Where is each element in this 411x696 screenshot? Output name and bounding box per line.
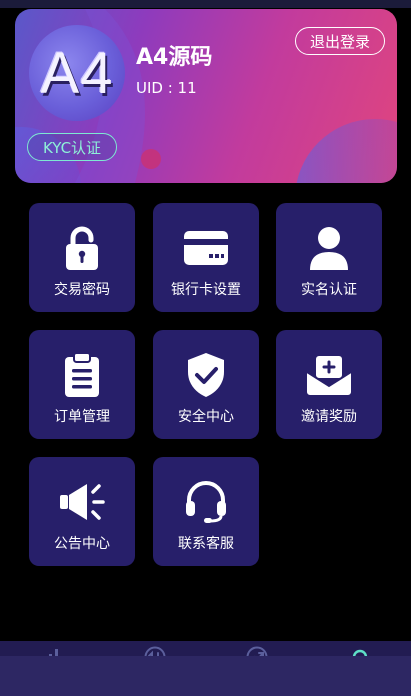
user-id: UID : 11: [136, 79, 197, 97]
menu-item-announcements[interactable]: 公告中心: [29, 457, 135, 566]
menu-item-orders[interactable]: 订单管理: [29, 330, 135, 439]
menu-item-label: 联系客服: [178, 536, 234, 552]
logout-button[interactable]: 退出登录: [295, 27, 385, 55]
shield-check-icon: [181, 350, 231, 400]
headset-icon: [181, 477, 231, 527]
user-icon: [304, 223, 354, 273]
menu-item-label: 交易密码: [54, 282, 110, 298]
avatar-text: A4: [40, 40, 114, 106]
clipboard-icon: [57, 350, 107, 400]
kyc-button[interactable]: KYC认证: [27, 133, 117, 161]
megaphone-icon: [57, 477, 107, 527]
status-strip: [0, 0, 411, 8]
username: A4源码: [136, 45, 213, 70]
lock-icon: [57, 223, 107, 273]
menu-item-label: 公告中心: [54, 536, 110, 552]
menu-item-label: 银行卡设置: [171, 282, 241, 298]
menu-item-label: 邀请奖励: [301, 409, 357, 425]
envelope-plus-icon: [304, 350, 354, 400]
menu-item-bank-card[interactable]: 银行卡设置: [153, 203, 259, 312]
credit-card-icon: [181, 223, 231, 273]
profile-card: A4 A4源码 UID : 11 退出登录 KYC认证: [15, 9, 397, 183]
avatar[interactable]: A4: [29, 25, 125, 121]
menu-item-label: 安全中心: [178, 409, 234, 425]
menu-item-trade-password[interactable]: 交易密码: [29, 203, 135, 312]
menu-item-label: 实名认证: [301, 282, 357, 298]
menu-item-real-name[interactable]: 实名认证: [276, 203, 382, 312]
menu-item-label: 订单管理: [54, 409, 110, 425]
menu-item-invite[interactable]: 邀请奖励: [276, 330, 382, 439]
bottom-overlay: [0, 656, 411, 696]
menu-item-security[interactable]: 安全中心: [153, 330, 259, 439]
menu-item-customer-service[interactable]: 联系客服: [153, 457, 259, 566]
